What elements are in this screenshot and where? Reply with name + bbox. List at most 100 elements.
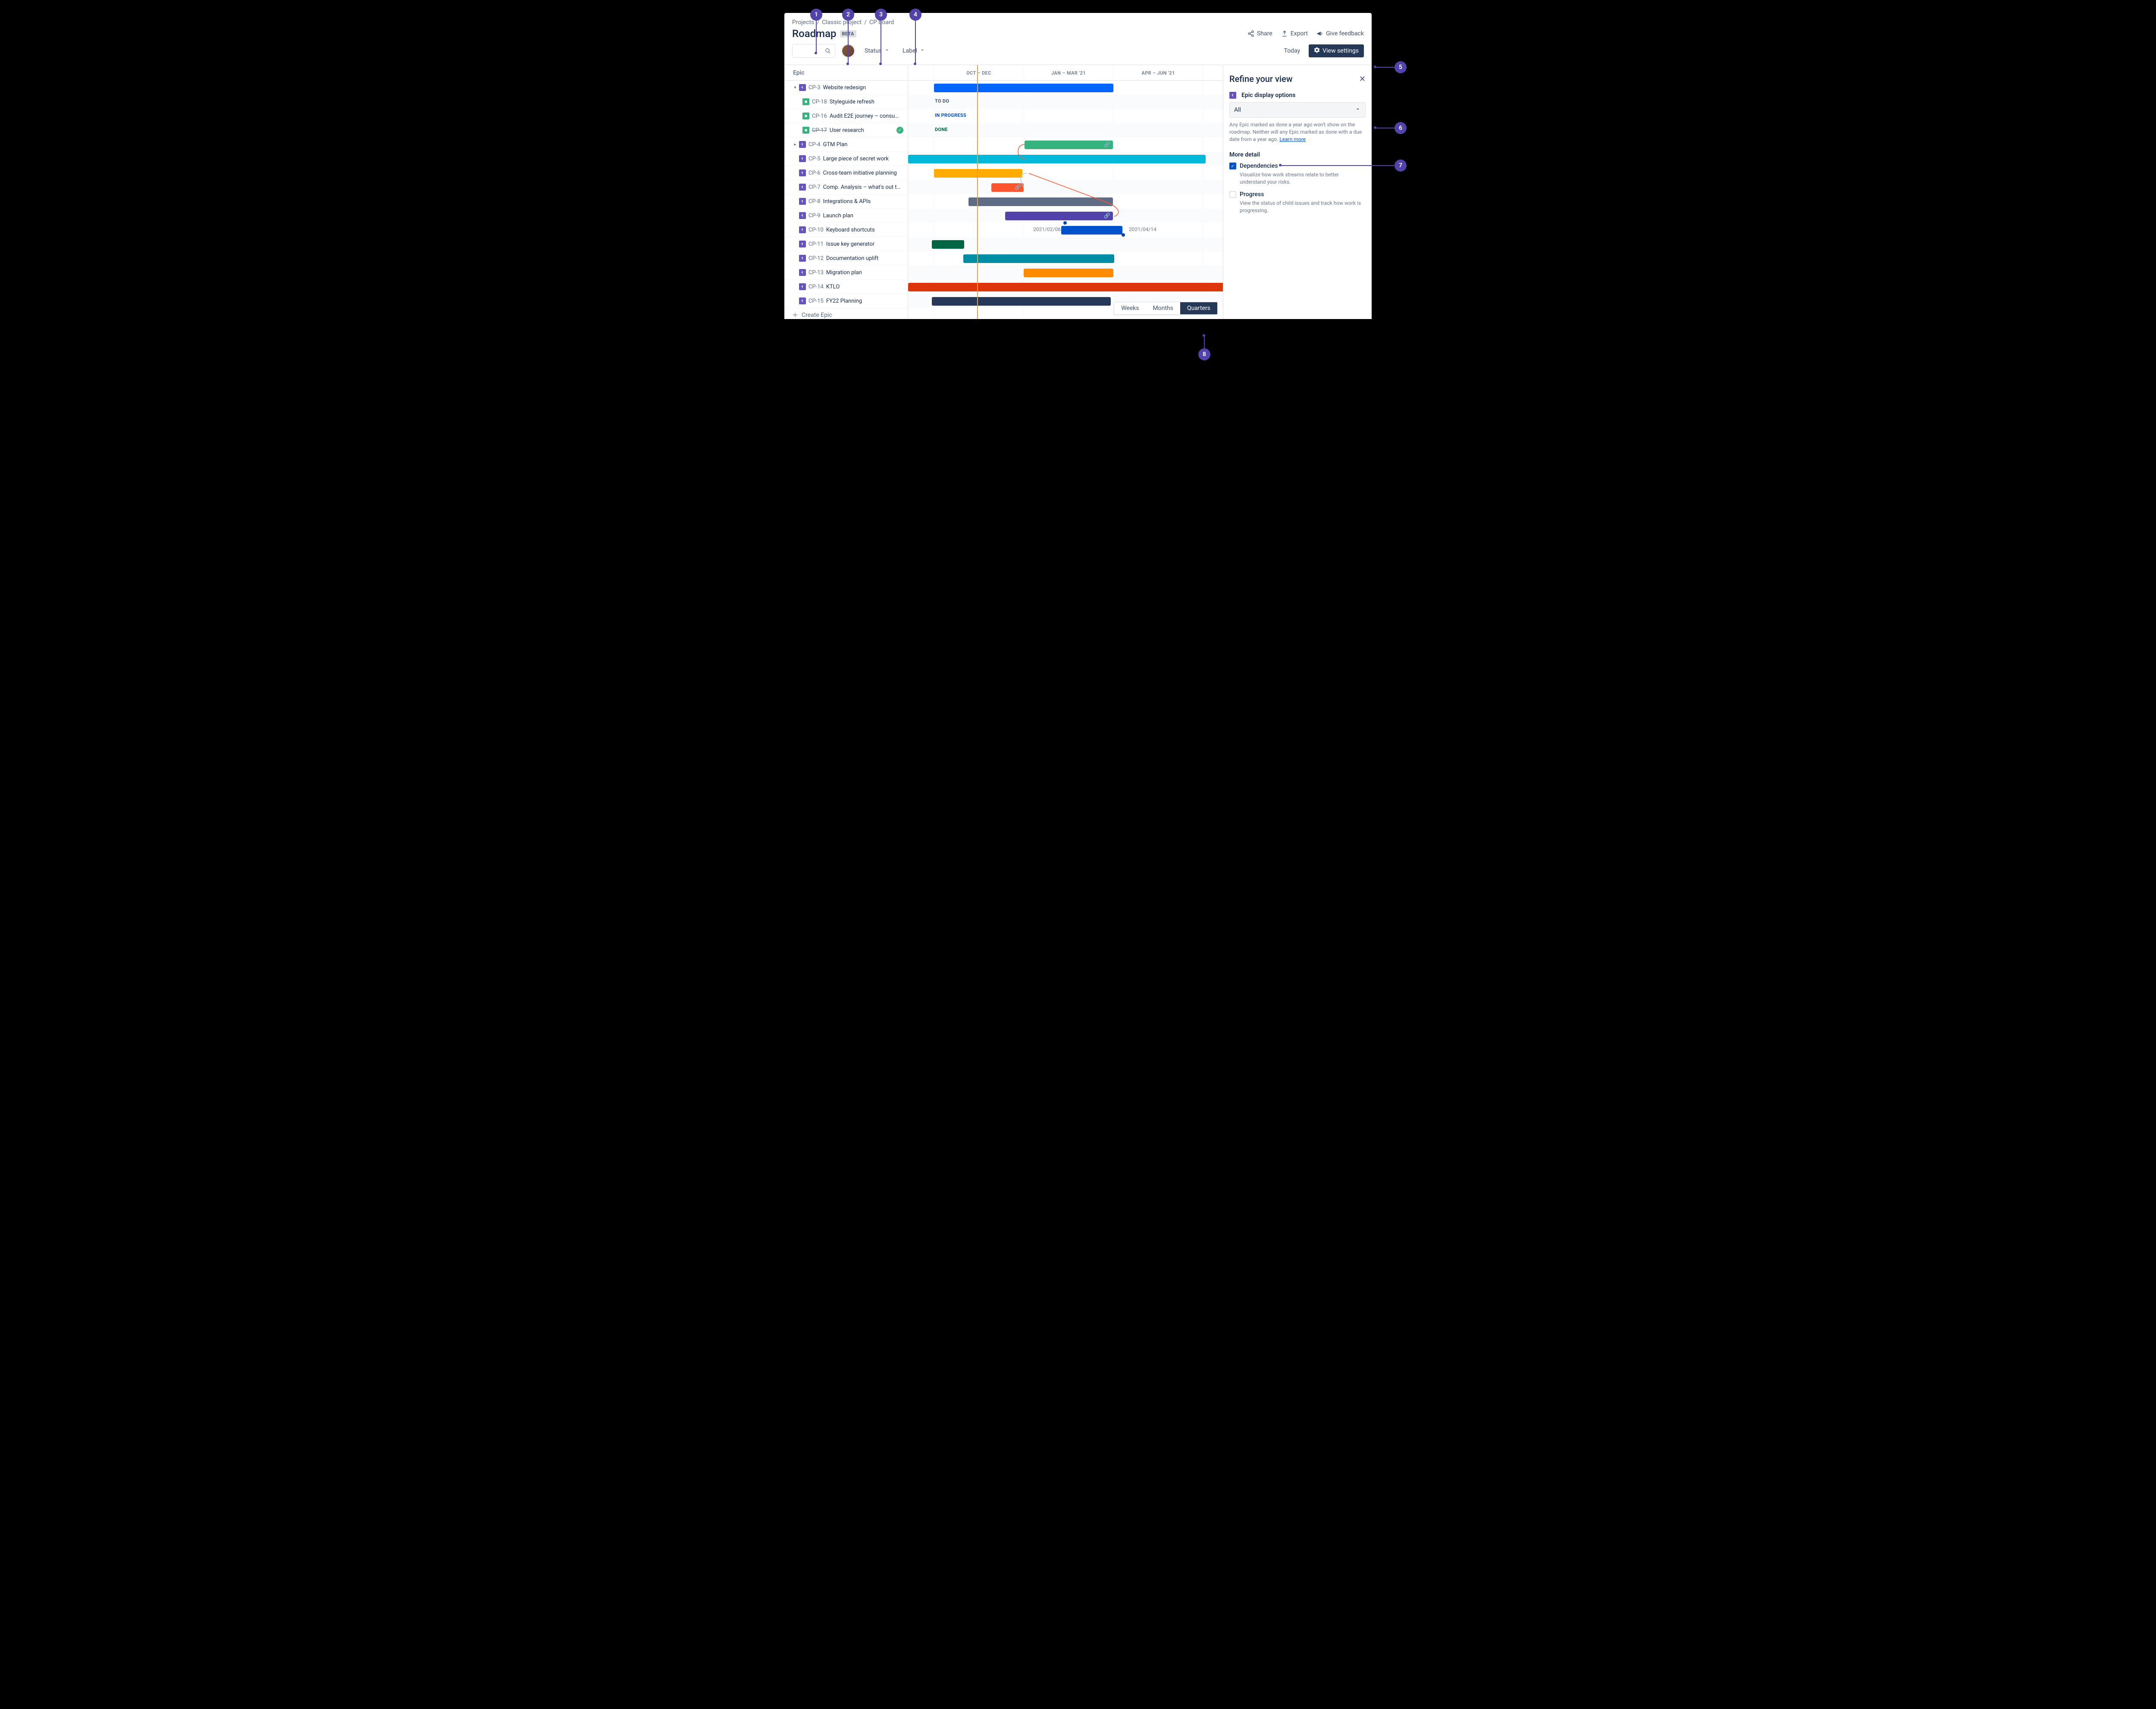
epic-name: Large piece of secret work bbox=[823, 156, 903, 162]
epic-bar[interactable] bbox=[963, 254, 1114, 263]
close-icon[interactable]: ✕ bbox=[1359, 75, 1366, 84]
share-icon bbox=[1247, 30, 1254, 37]
epic-bar[interactable] bbox=[934, 169, 1022, 178]
callout-4: 4 bbox=[909, 9, 921, 21]
callout-1: 1 bbox=[810, 9, 822, 21]
epic-key: CP-11 bbox=[808, 241, 824, 247]
issue-type-icon bbox=[799, 184, 806, 191]
epic-row[interactable]: CP-11Issue key generator bbox=[784, 237, 908, 251]
epic-key: CP-14 bbox=[808, 284, 824, 290]
epic-bar[interactable] bbox=[968, 197, 1113, 206]
progress-checkbox-row[interactable]: Progress bbox=[1229, 191, 1366, 198]
learn-more-link[interactable]: Learn more bbox=[1279, 136, 1306, 142]
epic-row[interactable]: CP-15FY22 Planning bbox=[784, 294, 908, 308]
epic-row[interactable]: CP-14KTLO bbox=[784, 280, 908, 294]
crumb-project[interactable]: Classic project bbox=[822, 19, 862, 26]
epic-row[interactable]: CP-18Styleguide refresh bbox=[784, 95, 908, 109]
epic-bar[interactable] bbox=[1061, 226, 1122, 235]
create-epic-button[interactable]: ＋Create Epic bbox=[784, 308, 908, 319]
epic-row[interactable]: CP-9Launch plan bbox=[784, 209, 908, 223]
today-button[interactable]: Today bbox=[1280, 45, 1305, 57]
epic-display-select[interactable]: All bbox=[1229, 102, 1366, 118]
export-button[interactable]: Export bbox=[1281, 30, 1308, 37]
epic-bar[interactable]: 🔗 bbox=[1025, 141, 1113, 149]
epic-row[interactable]: CP-16Audit E2E journey – consu… bbox=[784, 109, 908, 123]
epic-name: Documentation uplift bbox=[826, 255, 903, 262]
gear-icon bbox=[1314, 47, 1320, 55]
zoom-weeks[interactable]: Weeks bbox=[1114, 302, 1146, 314]
issue-type-icon bbox=[799, 84, 806, 91]
epic-bar[interactable]: 🔗 bbox=[1005, 212, 1113, 220]
issue-type-icon bbox=[799, 297, 806, 304]
epic-row[interactable]: CP-10Keyboard shortcuts bbox=[784, 223, 908, 237]
epic-key: CP-10 bbox=[808, 227, 824, 233]
issue-type-icon bbox=[799, 198, 806, 205]
epic-key: CP-5 bbox=[808, 156, 821, 162]
link-icon: 🔗 bbox=[1104, 213, 1110, 219]
share-button[interactable]: Share bbox=[1247, 30, 1272, 37]
search-input[interactable] bbox=[792, 44, 835, 58]
date-handle[interactable] bbox=[1122, 233, 1125, 237]
chevron-down-icon bbox=[920, 47, 925, 54]
epic-bar[interactable] bbox=[934, 84, 1113, 92]
timeline[interactable]: OCT – DEC JAN – MAR '21 APR – JUN '21 TO… bbox=[908, 65, 1223, 319]
chevron-right-icon[interactable]: ▸ bbox=[792, 142, 798, 147]
view-settings-button[interactable]: View settings bbox=[1309, 44, 1364, 57]
epic-row[interactable]: ▸CP-4GTM Plan bbox=[784, 138, 908, 152]
epic-row[interactable]: CP-12Documentation uplift bbox=[784, 251, 908, 266]
timeline-header: OCT – DEC JAN – MAR '21 APR – JUN '21 bbox=[908, 65, 1223, 81]
search-icon bbox=[824, 47, 831, 54]
dependencies-checkbox-row[interactable]: ✓ Dependencies bbox=[1229, 163, 1366, 169]
epic-name: User research bbox=[830, 127, 895, 134]
epic-bar[interactable] bbox=[932, 240, 964, 249]
epic-key: CP-12 bbox=[808, 255, 824, 262]
checkbox-icon[interactable] bbox=[1229, 191, 1236, 198]
epic-key: CP-15 bbox=[808, 298, 824, 304]
quarter-label: APR – JUN '21 bbox=[1113, 65, 1203, 81]
epic-key: CP-9 bbox=[808, 213, 821, 219]
epic-key: CP-18 bbox=[812, 99, 827, 105]
epic-name: Keyboard shortcuts bbox=[826, 227, 903, 233]
epic-key: CP-4 bbox=[808, 141, 821, 148]
epic-name: Launch plan bbox=[823, 213, 903, 219]
callout-5: 5 bbox=[1395, 61, 1407, 73]
epic-row[interactable]: CP-13Migration plan bbox=[784, 266, 908, 280]
epic-name: Migration plan bbox=[826, 269, 903, 276]
main-content: Epic ▾CP-3Website redesignCP-18Styleguid… bbox=[784, 65, 1372, 319]
checkbox-checked-icon[interactable]: ✓ bbox=[1229, 163, 1236, 169]
epic-bar[interactable] bbox=[932, 297, 1111, 306]
megaphone-icon bbox=[1316, 30, 1323, 37]
epic-list: Epic ▾CP-3Website redesignCP-18Styleguid… bbox=[784, 65, 908, 319]
epic-bar[interactable] bbox=[1024, 269, 1113, 277]
issue-type-icon bbox=[799, 255, 806, 262]
plus-icon: ＋ bbox=[792, 311, 798, 319]
epic-key: CP-3 bbox=[808, 85, 821, 91]
epic-name: FY22 Planning bbox=[826, 298, 903, 304]
epic-name: Issue key generator bbox=[826, 241, 903, 247]
epic-bar[interactable] bbox=[908, 283, 1223, 291]
epic-row[interactable]: CP-7Comp. Analysis – what's out the… bbox=[784, 180, 908, 194]
zoom-months[interactable]: Months bbox=[1146, 302, 1180, 314]
epic-name: Styleguide refresh bbox=[830, 99, 903, 105]
epic-key: CP-16 bbox=[812, 113, 827, 119]
chevron-down-icon[interactable]: ▾ bbox=[792, 85, 798, 90]
zoom-quarters[interactable]: Quarters bbox=[1180, 302, 1217, 314]
epic-row[interactable]: CP-17User research✓ bbox=[784, 123, 908, 138]
status-label: IN PROGRESS bbox=[935, 113, 966, 118]
epic-bar[interactable]: 🔗 bbox=[991, 183, 1024, 192]
epic-row[interactable]: CP-5Large piece of secret work bbox=[784, 152, 908, 166]
epic-row[interactable]: CP-6Cross-team initiative planning bbox=[784, 166, 908, 180]
epic-bar[interactable] bbox=[908, 155, 1206, 163]
label-filter[interactable]: Label bbox=[899, 45, 928, 57]
epic-icon bbox=[1229, 92, 1236, 99]
epic-row[interactable]: CP-8Integrations & APIs bbox=[784, 194, 908, 209]
quarter-label: OCT – DEC bbox=[934, 65, 1024, 81]
feedback-button[interactable]: Give feedback bbox=[1316, 30, 1364, 37]
date-handle[interactable] bbox=[1063, 221, 1067, 225]
status-filter[interactable]: Status bbox=[861, 45, 893, 57]
epic-name: Integrations & APIs bbox=[823, 198, 903, 205]
app-frame: Projects / Classic project / CP board Ro… bbox=[784, 13, 1372, 319]
crumb-projects[interactable]: Projects bbox=[792, 19, 814, 26]
timeline-body: TO DO IN PROGRESS DONE 🔗 🔗 🔗 2021/02/06 … bbox=[908, 81, 1223, 319]
epic-row[interactable]: ▾CP-3Website redesign bbox=[784, 81, 908, 95]
